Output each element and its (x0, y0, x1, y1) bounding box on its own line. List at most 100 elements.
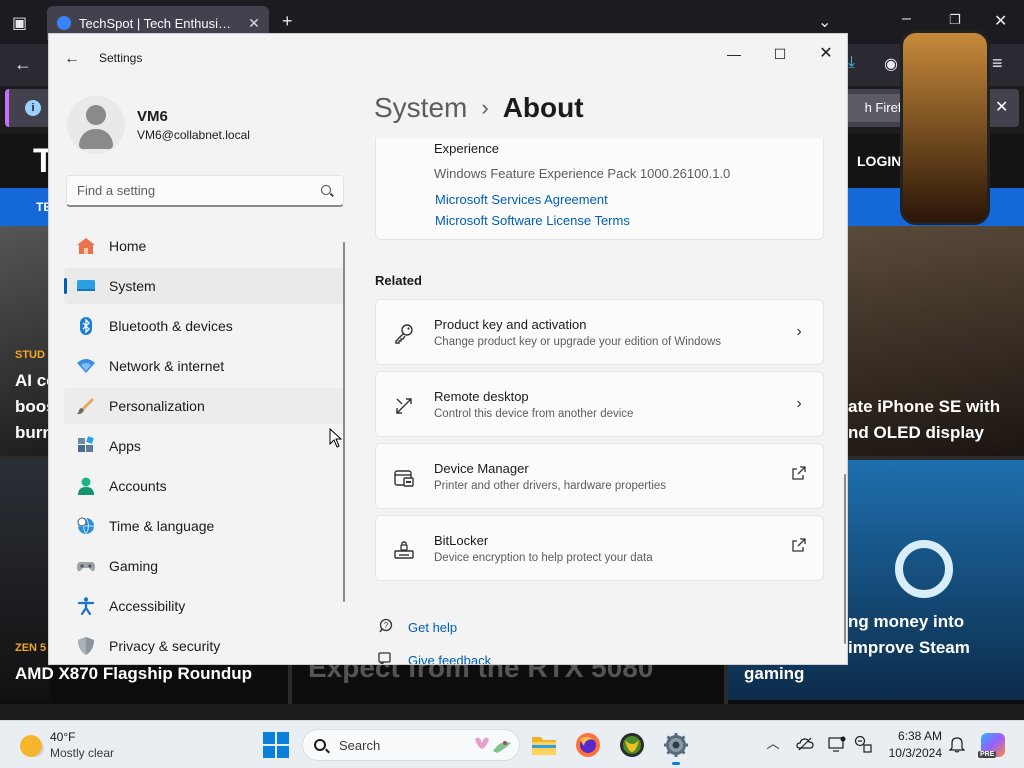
tab-overview-icon[interactable]: ▣ (12, 13, 27, 33)
sidebar-item-time-language[interactable]: Time & language (64, 508, 344, 544)
close-tab-icon[interactable]: ✕ (245, 15, 263, 32)
sidebar-item-privacy-security[interactable]: Privacy & security (64, 628, 344, 664)
bitlocker-card[interactable]: BitLocker Device encryption to help prot… (375, 515, 824, 581)
windows-logo-icon (277, 746, 289, 758)
bitlocker-icon (392, 538, 416, 562)
browser-restore-icon[interactable]: ❐ (949, 12, 961, 28)
product-key-card[interactable]: Product key and activation Change produc… (375, 299, 824, 365)
firefox-icon[interactable] (572, 729, 604, 761)
get-help-link[interactable]: ? Get help (375, 618, 457, 637)
new-tab-icon[interactable]: + (282, 11, 293, 32)
sidebar-item-gaming[interactable]: Gaming (64, 548, 344, 584)
license-terms-link[interactable]: Microsoft Software License Terms (435, 213, 630, 228)
give-feedback-label: Give feedback (408, 653, 492, 665)
article-headline[interactable]: ate iPhone SE with (848, 394, 1000, 420)
home-icon (76, 236, 96, 256)
sidebar-item-label: Bluetooth & devices (109, 318, 233, 334)
settings-window: ← Settings — ☐ ✕ VM6 VM6@collabnet.local… (48, 33, 848, 665)
notice-close-icon[interactable]: ✕ (995, 97, 1008, 117)
sidebar-item-label: Accessibility (109, 598, 186, 614)
key-icon (392, 322, 416, 346)
network-status-icon[interactable] (854, 735, 872, 753)
settings-app-icon[interactable] (660, 729, 692, 765)
clock-time: 6:38 AM (897, 729, 942, 743)
sidebar-item-accessibility[interactable]: Accessibility (64, 588, 344, 624)
nav-scrollbar[interactable] (343, 242, 345, 602)
article-headline[interactable]: nd OLED display (848, 420, 984, 446)
avatar[interactable] (67, 96, 125, 154)
notification-bell-icon[interactable] (948, 735, 966, 753)
article-headline[interactable]: ng money into (848, 609, 964, 635)
browser-tab-title: TechSpot | Tech Enthusiasts, Power Users… (79, 15, 237, 31)
find-setting-box[interactable] (66, 175, 344, 207)
weather-temperature: 40°F (50, 730, 76, 744)
chevron-right-icon: › (796, 323, 802, 340)
give-feedback-link[interactable]: Give feedback (375, 651, 492, 665)
sidebar-item-label: System (109, 278, 156, 294)
title-bar[interactable]: ← Settings — ☐ ✕ (49, 34, 847, 82)
tray-overflow-chevron-icon[interactable]: ︿ (764, 735, 782, 753)
taskbar-search[interactable]: Search (302, 729, 520, 761)
profile-name: VM6 (137, 108, 168, 125)
card-description: Device encryption to help protect your d… (434, 552, 653, 564)
display-icon[interactable] (828, 735, 846, 753)
login-link[interactable]: LOGIN (857, 153, 901, 169)
remote-desktop-card[interactable]: Remote desktop Control this device from … (375, 371, 824, 437)
downloads-icon[interactable]: ⤓ (848, 54, 855, 72)
card-title: Remote desktop (434, 389, 529, 404)
settings-nav: Home System Bluetooth & devices Network … (64, 228, 344, 664)
gamepad-icon (76, 556, 96, 576)
brush-icon (76, 396, 96, 416)
close-icon[interactable]: ✕ (803, 40, 847, 68)
browser-close-icon[interactable]: ✕ (994, 11, 1007, 31)
weather-sun-icon (20, 735, 42, 757)
sidebar-item-system[interactable]: System (64, 268, 344, 304)
sidebar-item-accounts[interactable]: Accounts (64, 468, 344, 504)
windows-logo-icon (277, 732, 289, 744)
sidebar-item-label: Home (109, 238, 147, 254)
taskbar: 40°F Mostly clear Search ︿ 6:38 AM 10/3/… (0, 720, 1024, 768)
related-heading: Related (375, 273, 422, 288)
bluetooth-icon (76, 316, 96, 336)
article-headline[interactable]: improve Steam (848, 635, 970, 661)
experience-label: Experience (434, 141, 500, 156)
minimize-icon[interactable]: — (711, 40, 757, 68)
sidebar-item-label: Accounts (109, 478, 167, 494)
breadcrumb-parent[interactable]: System (374, 92, 467, 124)
experience-value: Windows Feature Experience Pack 1000.261… (434, 166, 731, 181)
sidebar-item-apps[interactable]: Apps (64, 428, 344, 464)
profile-email: VM6@collabnet.local (137, 128, 250, 142)
start-button[interactable] (262, 731, 290, 759)
chevron-right-icon: › (796, 395, 802, 412)
services-agreement-link[interactable]: Microsoft Services Agreement (435, 192, 608, 207)
steam-logo-image (895, 540, 953, 598)
sidebar-item-network[interactable]: Network & internet (64, 348, 344, 384)
file-explorer-icon[interactable] (528, 729, 560, 761)
clock-date: 10/3/2024 (888, 746, 942, 760)
get-help-label: Get help (408, 620, 458, 635)
device-manager-card[interactable]: Device Manager Printer and other drivers… (375, 443, 824, 509)
browser-minimize-icon[interactable]: – (902, 10, 911, 28)
search-icon[interactable] (321, 185, 331, 195)
external-link-icon (791, 538, 807, 558)
article-kicker: STUD (15, 349, 45, 361)
clock[interactable]: 6:38 AM 10/3/2024 (880, 728, 942, 762)
browser-back-icon[interactable]: ← (14, 54, 32, 75)
onedrive-icon[interactable] (796, 735, 814, 753)
account-icon[interactable]: ◉ (884, 54, 898, 74)
breadcrumb-separator-icon: › (481, 95, 489, 120)
search-input[interactable] (67, 176, 307, 205)
xbox-game-app-icon[interactable] (616, 729, 648, 761)
back-arrow-icon[interactable]: ← (61, 48, 83, 70)
sidebar-item-label: Apps (109, 438, 141, 454)
content-scrollbar[interactable] (844, 474, 846, 644)
apps-icon (76, 436, 96, 456)
list-tabs-icon[interactable]: ⌄ (818, 12, 831, 32)
sidebar-item-bluetooth[interactable]: Bluetooth & devices (64, 308, 344, 344)
menu-icon[interactable]: ≡ (992, 53, 1003, 74)
sidebar-item-home[interactable]: Home (64, 228, 344, 264)
maximize-icon[interactable]: ☐ (757, 40, 803, 68)
avatar-body-shape (79, 129, 113, 149)
sidebar-item-personalization[interactable]: Personalization (64, 388, 344, 424)
weather-widget[interactable]: 40°F Mostly clear (14, 729, 134, 763)
